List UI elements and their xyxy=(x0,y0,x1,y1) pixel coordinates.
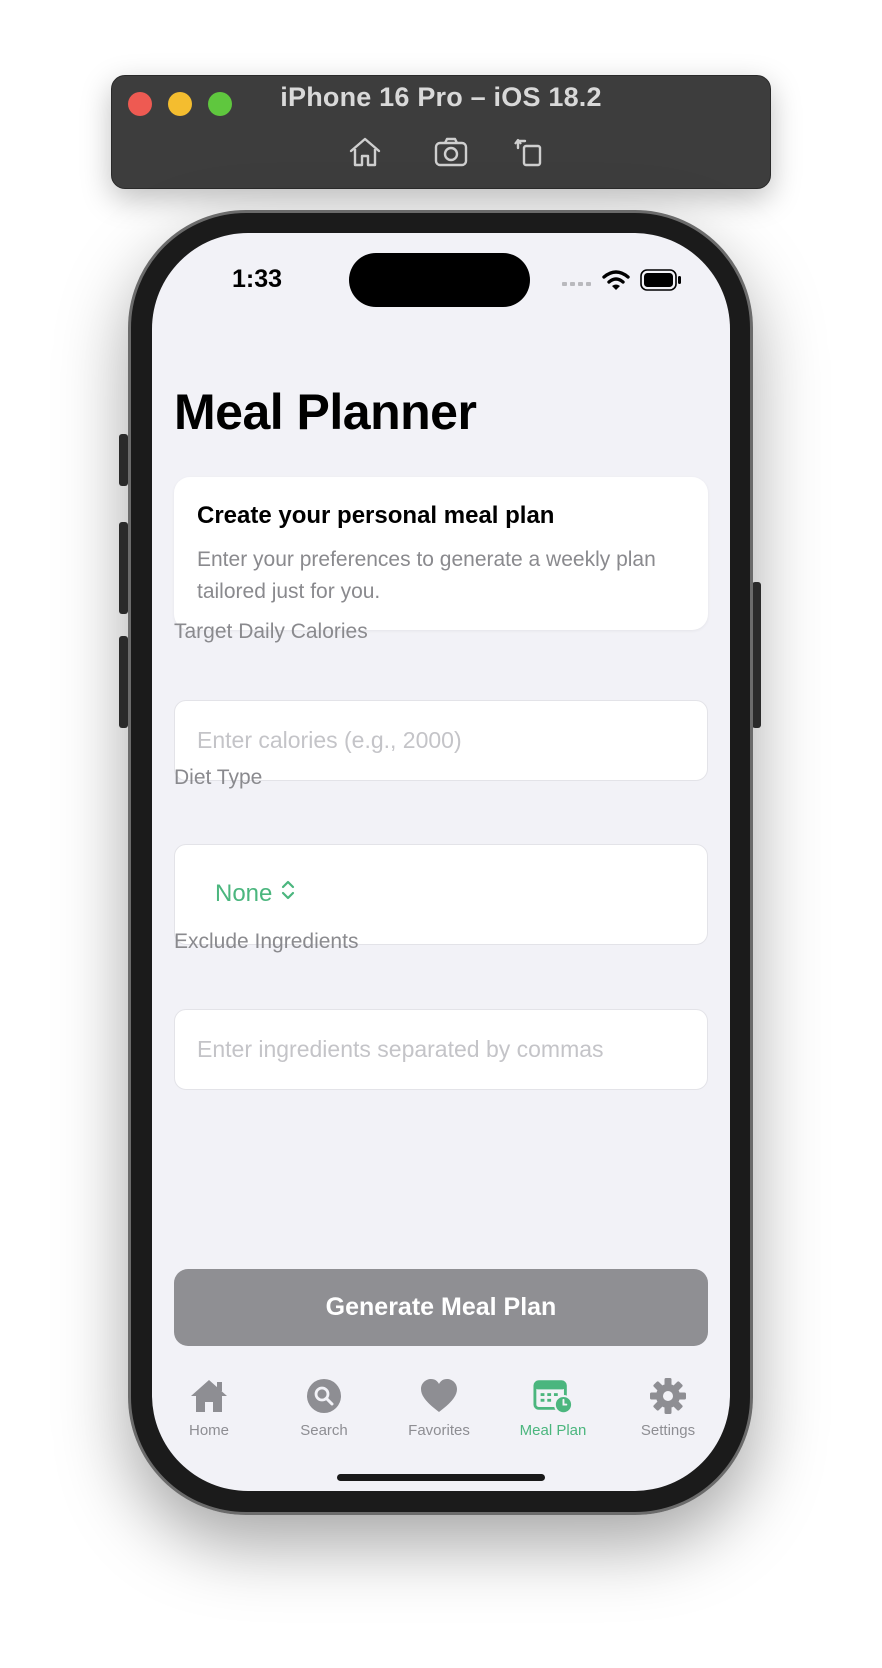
status-indicators xyxy=(562,269,682,296)
home-icon[interactable] xyxy=(347,136,383,168)
phone-screen: 1:33 Meal Planner Create your personal m… xyxy=(152,233,730,1491)
house-icon xyxy=(189,1376,229,1416)
dynamic-island xyxy=(349,253,530,307)
calendar-clock-icon xyxy=(533,1376,573,1416)
tab-settings[interactable]: Settings xyxy=(618,1376,718,1439)
calories-input[interactable] xyxy=(197,701,687,780)
heart-icon xyxy=(419,1376,459,1416)
intro-card-title: Create your personal meal plan xyxy=(197,502,555,529)
gear-icon xyxy=(648,1376,688,1416)
status-time: 1:33 xyxy=(232,265,283,293)
search-icon xyxy=(304,1376,344,1416)
volume-down-button xyxy=(119,636,128,728)
power-button xyxy=(752,582,761,728)
battery-icon xyxy=(640,269,682,296)
tab-favorites[interactable]: Favorites xyxy=(389,1376,489,1439)
diet-type-label: Diet Type xyxy=(174,766,263,789)
tab-label-search: Search xyxy=(300,1422,348,1439)
chevron-up-down-icon xyxy=(280,879,296,908)
tab-bar: Home Search Favorites Meal Plan Settings xyxy=(152,1376,730,1456)
wifi-icon xyxy=(602,269,630,296)
action-button xyxy=(119,434,128,486)
generate-meal-plan-button[interactable]: Generate Meal Plan xyxy=(174,1269,708,1346)
tab-search[interactable]: Search xyxy=(274,1376,374,1439)
tab-label-home: Home xyxy=(188,1422,229,1439)
diet-type-value: None xyxy=(215,879,273,907)
tab-label-favorites: Favorites xyxy=(408,1422,470,1439)
simulator-title: iPhone 16 Pro – iOS 18.2 xyxy=(280,82,602,112)
calories-label: Target Daily Calories xyxy=(174,620,368,643)
tab-home[interactable]: Home xyxy=(159,1376,259,1439)
cellular-signal-icon xyxy=(562,274,592,292)
tab-label-settings: Settings xyxy=(640,1422,696,1439)
tab-meal-plan[interactable]: Meal Plan xyxy=(503,1376,603,1439)
intro-card-description: Enter your preferences to generate a wee… xyxy=(197,548,656,603)
home-indicator[interactable] xyxy=(337,1474,545,1481)
exclude-label: Exclude Ingredients xyxy=(174,930,359,953)
volume-up-button xyxy=(119,522,128,614)
page-title: Meal Planner xyxy=(174,384,477,440)
rotate-icon[interactable] xyxy=(512,136,548,168)
exclude-ingredients-input[interactable] xyxy=(197,1010,687,1089)
tab-label-meal-plan: Meal Plan xyxy=(519,1422,587,1439)
exclude-field-container xyxy=(174,1009,708,1090)
diet-type-picker[interactable]: None xyxy=(215,879,296,908)
intro-card: Create your personal meal plan Enter you… xyxy=(174,477,708,630)
screenshot-icon[interactable] xyxy=(433,136,469,168)
